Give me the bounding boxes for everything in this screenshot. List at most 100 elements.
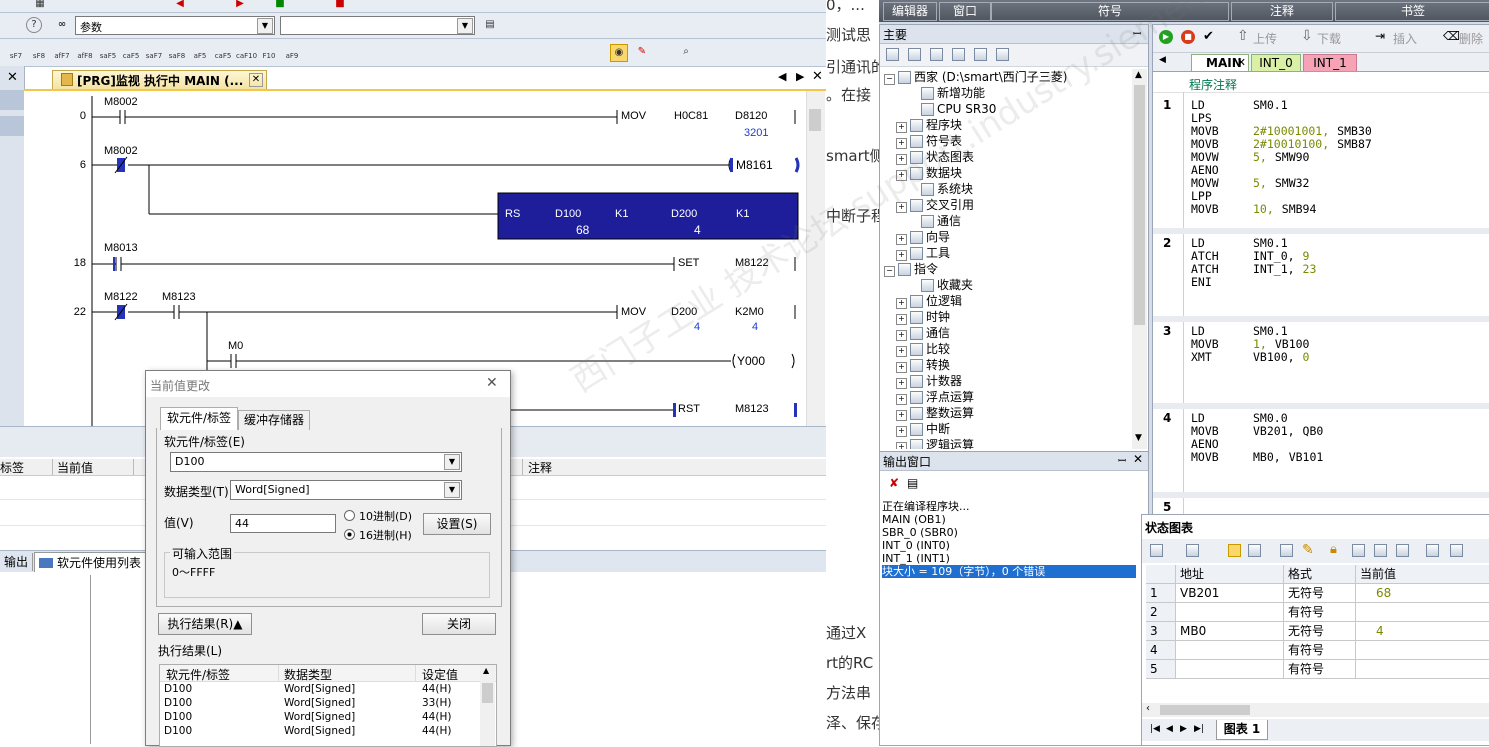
view-icon[interactable]	[908, 48, 921, 61]
status-chart-hscroll[interactable]: ‹	[1142, 703, 1489, 717]
tab-device-label[interactable]: 软元件/标签	[160, 407, 238, 430]
pencil-icon[interactable]: ✎	[1302, 542, 1314, 558]
program-comment[interactable]: 程序注释	[1153, 72, 1489, 93]
last-sheet-icon[interactable]: ▶|	[1194, 724, 1204, 734]
value-cell[interactable]: 4	[1356, 622, 1489, 641]
expand-icon[interactable]: +	[896, 394, 907, 405]
download-icon[interactable]: ⇩	[1301, 28, 1313, 44]
ladder-tool-icon[interactable]: saF8	[167, 42, 187, 62]
set-button[interactable]: 设置(S)	[423, 513, 491, 535]
insert-icon[interactable]: ⇥	[1375, 29, 1385, 43]
chevron-down-icon[interactable]: ▼	[257, 18, 273, 34]
expand-icon[interactable]: +	[896, 154, 907, 165]
ladder-tool-icon[interactable]: afF8	[75, 42, 95, 62]
close-icon[interactable]: ✕	[1133, 452, 1143, 466]
scroll-down-icon[interactable]: ▼	[1135, 433, 1142, 443]
toolbar-icon[interactable]: ◀	[172, 0, 188, 12]
value-input[interactable]: 44	[230, 514, 336, 533]
view-icon[interactable]	[952, 48, 965, 61]
delete-icon[interactable]: ⌫	[1443, 29, 1460, 43]
tab-buffer-memory[interactable]: 缓冲存储器	[238, 410, 310, 430]
address-cell[interactable]	[1176, 660, 1284, 679]
value-cell[interactable]	[1356, 603, 1489, 622]
result-row[interactable]: D100 Word[Signed] 33(H)	[160, 697, 480, 711]
ladder-tool-icon[interactable]: saF7	[144, 42, 164, 62]
expand-icon[interactable]: +	[896, 250, 907, 261]
close-button[interactable]: 关闭	[422, 613, 496, 635]
tree-item[interactable]: + 通信	[896, 325, 950, 341]
view-icon[interactable]	[886, 48, 899, 61]
result-scrollbar[interactable]: ▲	[480, 665, 495, 746]
lock-icon[interactable]: 🔒︎	[1330, 542, 1337, 557]
tree-item[interactable]: + 位逻辑	[896, 293, 962, 309]
close-icon[interactable]: ✕	[486, 375, 498, 391]
tree-item[interactable]: + 程序块	[896, 117, 962, 133]
expand-icon[interactable]: +	[896, 314, 907, 325]
menu-tab-window[interactable]: 窗口	[939, 2, 991, 21]
address-cell[interactable]	[1176, 603, 1284, 622]
view-icon[interactable]	[930, 48, 943, 61]
dialog-titlebar[interactable]: 当前值更改 ✕	[146, 371, 510, 397]
scroll-left-icon[interactable]: ◀	[1159, 55, 1166, 65]
help-icon[interactable]: ?	[26, 17, 42, 33]
tree-item[interactable]: 通信	[908, 213, 961, 229]
search-icon[interactable]: ⌕	[678, 44, 694, 60]
run-icon[interactable]: ▶	[1159, 30, 1173, 44]
format-cell[interactable]: 有符号	[1284, 603, 1356, 622]
ladder-tool-icon[interactable]: sF8	[29, 42, 49, 62]
compile-icon[interactable]: ✔	[1203, 29, 1214, 44]
tree-vertical-scrollbar[interactable]: ▲ ▼	[1132, 69, 1147, 449]
ladder-tool-icon[interactable]: aF9	[282, 42, 302, 62]
glasses-icon[interactable]	[1280, 544, 1293, 557]
tree-item[interactable]: + 转换	[896, 357, 950, 373]
result-row[interactable]: D100 Word[Signed] 44(H)	[160, 711, 480, 725]
tree-item[interactable]: + 工具	[896, 245, 950, 261]
next-sheet-icon[interactable]: ▶	[1180, 724, 1187, 734]
menu-tab-comment[interactable]: 注释	[1231, 2, 1333, 21]
chevron-down-icon[interactable]: ▼	[457, 18, 473, 34]
unforce-icon[interactable]	[1374, 544, 1387, 557]
tree-item[interactable]: 系统块	[908, 181, 973, 197]
tree-item[interactable]: 新增功能	[908, 85, 985, 101]
address-cell[interactable]: MB0	[1176, 622, 1284, 641]
datatype-select[interactable]: Word[Signed] ▼	[230, 480, 462, 500]
tree-item[interactable]: + 计数器	[896, 373, 962, 389]
toolbar-icon[interactable]: ▶	[232, 0, 248, 12]
chevron-down-icon[interactable]: ▼	[444, 482, 460, 498]
close-icon[interactable]: ✕	[7, 70, 18, 85]
value-cell[interactable]	[1356, 641, 1489, 660]
tree-item[interactable]: + 数据块	[896, 165, 962, 181]
page-icon[interactable]: ▤	[482, 17, 498, 33]
monitor-icon[interactable]	[996, 48, 1009, 61]
tab-int0[interactable]: INT_0	[1251, 54, 1301, 71]
add-chart-icon[interactable]	[1150, 544, 1163, 557]
tree-item[interactable]: + 逻辑运算	[896, 437, 974, 449]
device-field[interactable]: D100 ▼	[170, 452, 462, 472]
prev-sheet-icon[interactable]: ◀	[1166, 724, 1173, 734]
tree-item[interactable]: − 指令	[884, 261, 938, 277]
expand-icon[interactable]: +	[896, 138, 907, 149]
expand-icon[interactable]: −	[884, 266, 895, 277]
tree-item[interactable]: + 浮点运算	[896, 389, 974, 405]
expand-icon[interactable]: +	[896, 298, 907, 309]
value-cell[interactable]: 68	[1356, 584, 1489, 603]
ladder-tool-icon[interactable]: saF5	[98, 42, 118, 62]
menu-tab-editor[interactable]: 编辑器	[883, 2, 937, 21]
ladder-tool-icon[interactable]: sF7	[6, 42, 26, 62]
trend-icon[interactable]	[1426, 544, 1439, 557]
ladder-tool-icon[interactable]: afF7	[52, 42, 72, 62]
expand-icon[interactable]: +	[896, 410, 907, 421]
toolbar-icon[interactable]: ■	[272, 0, 288, 12]
result-row[interactable]: D100 Word[Signed] 44(H)	[160, 683, 480, 697]
expand-icon[interactable]: +	[896, 330, 907, 341]
execution-result-button[interactable]: 执行结果(R)▲	[158, 613, 252, 635]
expand-icon[interactable]: −	[884, 74, 895, 85]
pin-icon[interactable]: ꟷ	[1133, 26, 1141, 40]
pause-icon[interactable]	[1248, 544, 1261, 557]
tab-output[interactable]: 输出	[0, 553, 34, 571]
option-icon[interactable]	[1450, 544, 1463, 557]
monitor-write-icon[interactable]: ✎	[634, 44, 650, 60]
expand-icon[interactable]: +	[896, 170, 907, 181]
chart-monitor-icon[interactable]	[1228, 544, 1241, 557]
view-icon[interactable]	[974, 48, 987, 61]
